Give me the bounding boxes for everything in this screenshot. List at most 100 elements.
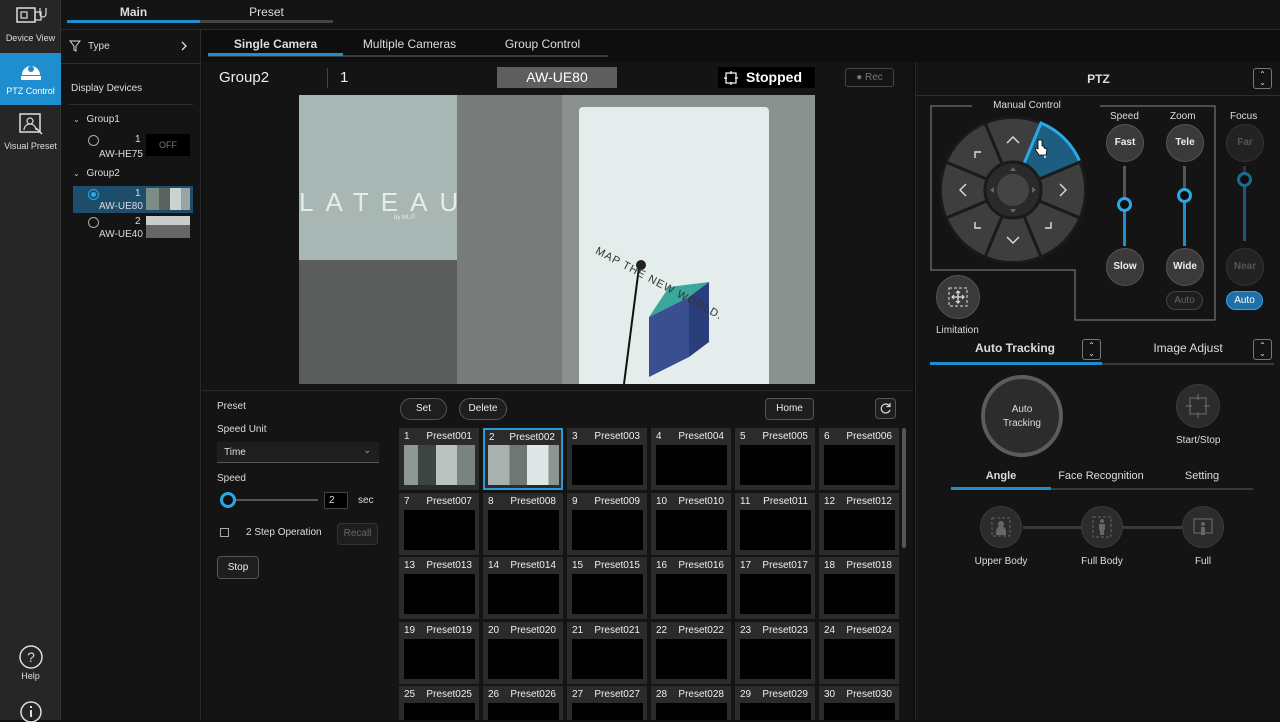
preset-tile[interactable]: 30 Preset030 [819, 686, 899, 720]
preset-tile[interactable]: 2 Preset002 [483, 428, 563, 490]
preset-tile[interactable]: 14 Preset014 [483, 557, 563, 619]
zoom-tele-button[interactable]: Tele [1166, 124, 1204, 162]
start-stop-button[interactable] [1176, 384, 1220, 428]
preset-tile[interactable]: 24 Preset024 [819, 621, 899, 684]
auto-tracking-collapse-button[interactable]: ⌃ ⌄ [1082, 339, 1101, 360]
preset-tile[interactable]: 12 Preset012 [819, 492, 899, 555]
wall-panel-left [299, 95, 459, 260]
speed-unit-select[interactable]: Time ⌄ [217, 442, 379, 463]
preset-tile[interactable]: 22 Preset022 [651, 621, 731, 684]
device-radio[interactable] [88, 217, 99, 228]
preset-tile[interactable]: 29 Preset029 [735, 686, 815, 720]
preset-tile[interactable]: 27 Preset027 [567, 686, 647, 720]
zoom-wide-button[interactable]: Wide [1166, 248, 1204, 286]
device-radio-selected[interactable] [88, 189, 99, 200]
svg-text:?: ? [27, 649, 35, 665]
rec-button[interactable]: ● Rec [845, 68, 894, 87]
device-radio[interactable] [88, 135, 99, 146]
nav-ptz-control[interactable]: PTZ Control [0, 53, 61, 105]
nav-info[interactable] [0, 696, 61, 722]
ptz-camera-icon [20, 66, 41, 80]
speed-slow-button[interactable]: Slow [1106, 248, 1144, 286]
preset-grid: 1 Preset001 2 Preset002 3 Preset003 4 Preset004… [399, 428, 899, 720]
group2-node[interactable]: ⌄ Group2 [73, 168, 120, 179]
preset-tile[interactable]: 20 Preset020 [483, 621, 563, 684]
nav-device-view[interactable]: Device View [0, 0, 61, 52]
refresh-button[interactable] [875, 398, 896, 419]
preset-tile[interactable]: 9 Preset009 [567, 492, 647, 555]
delete-button[interactable]: Delete [459, 398, 507, 420]
device-item-aw-ue80[interactable]: 1 AW-UE80 [73, 186, 193, 213]
image-adjust-collapse-button[interactable]: ⌃ ⌄ [1253, 339, 1272, 360]
preset-tile[interactable]: 19 Preset019 [399, 621, 479, 684]
upper-body-option[interactable] [980, 506, 1022, 548]
tab-multiple-cameras[interactable]: Multiple Cameras [343, 32, 476, 56]
preset-tile[interactable]: 3 Preset003 [567, 428, 647, 490]
device-item-aw-he75[interactable]: 1 AW-HE75 OFF [73, 132, 193, 160]
tab-setting[interactable]: Setting [1152, 470, 1252, 482]
manual-control-label: Manual Control [972, 100, 1082, 111]
tab-angle[interactable]: Angle [951, 470, 1051, 482]
preset-number: 28 [656, 689, 668, 700]
focus-auto-button[interactable]: Auto [1226, 291, 1263, 310]
type-filter[interactable]: Type [69, 40, 193, 54]
preset-thumbnail [740, 445, 811, 485]
two-step-checkbox[interactable] [220, 528, 229, 537]
zoom-slider-knob[interactable] [1177, 188, 1192, 203]
preset-tile[interactable]: 1 Preset001 [399, 428, 479, 490]
preset-tile[interactable]: 21 Preset021 [567, 621, 647, 684]
tab-image-adjust[interactable]: Image Adjust [1103, 341, 1273, 355]
device-item-aw-ue40[interactable]: 2 AW-UE40 [73, 214, 193, 241]
full-body-option[interactable] [1081, 506, 1123, 548]
preset-tile[interactable]: 18 Preset018 [819, 557, 899, 619]
preset-tile[interactable]: 17 Preset017 [735, 557, 815, 619]
preset-tile[interactable]: 28 Preset028 [651, 686, 731, 720]
speed-fast-button[interactable]: Fast [1106, 124, 1144, 162]
preset-tile[interactable]: 16 Preset016 [651, 557, 731, 619]
ptz-direction-pad[interactable] [940, 117, 1086, 263]
device-number: 1 [135, 134, 141, 145]
tab-auto-tracking[interactable]: Auto Tracking [930, 341, 1100, 355]
camera-group-name: Group2 [219, 69, 270, 86]
tab-preset[interactable]: Preset [200, 0, 333, 24]
preset-number: 8 [488, 495, 494, 507]
set-button[interactable]: Set [400, 398, 447, 420]
focus-far-button[interactable]: Far [1226, 124, 1264, 162]
camera-preview[interactable]: LATEAU by MLIT MAP THE NEW WORLD. [299, 95, 815, 384]
preset-tile[interactable]: 13 Preset013 [399, 557, 479, 619]
focus-near-button[interactable]: Near [1226, 248, 1264, 286]
preset-tile[interactable]: 11 Preset011 [735, 492, 815, 555]
zoom-auto-button[interactable]: Auto [1166, 291, 1203, 310]
preset-tile[interactable]: 6 Preset006 [819, 428, 899, 490]
limitation-button[interactable] [936, 275, 980, 319]
preset-tile[interactable]: 4 Preset004 [651, 428, 731, 490]
tab-group-control[interactable]: Group Control [476, 32, 609, 56]
home-button[interactable]: Home [765, 398, 814, 420]
preset-tile[interactable]: 15 Preset015 [567, 557, 647, 619]
nav-help[interactable]: ? Help [0, 642, 61, 694]
preset-tile[interactable]: 7 Preset007 [399, 492, 479, 555]
preset-tile[interactable]: 5 Preset005 [735, 428, 815, 490]
tab-face-recognition[interactable]: Face Recognition [1051, 470, 1151, 482]
preset-tile[interactable]: 25 Preset025 [399, 686, 479, 720]
auto-tracking-button[interactable]: Auto Tracking [981, 375, 1063, 457]
camera-center-panel: Group2 1 AW-UE80 Stopped ● Rec LATEAU by… [202, 62, 913, 720]
group1-node[interactable]: ⌄ Group1 [73, 114, 120, 125]
ptz-collapse-button[interactable]: ⌃ ⌄ [1253, 68, 1272, 89]
device-name: AW-UE80 [99, 201, 143, 212]
recall-button[interactable]: Recall [337, 523, 378, 545]
preset-tile[interactable]: 8 Preset008 [483, 492, 563, 555]
full-option[interactable] [1182, 506, 1224, 548]
speed-input[interactable]: 2 [324, 492, 348, 509]
speed-slider-knob[interactable] [1117, 197, 1132, 212]
preset-scrollbar[interactable] [902, 428, 906, 548]
preset-tile[interactable]: 23 Preset023 [735, 621, 815, 684]
focus-slider-knob[interactable] [1237, 172, 1252, 187]
preset-tile[interactable]: 26 Preset026 [483, 686, 563, 720]
preset-tile[interactable]: 10 Preset010 [651, 492, 731, 555]
speed-slider-knob[interactable] [220, 492, 236, 508]
nav-visual-preset[interactable]: Visual Preset [0, 108, 61, 160]
stop-button[interactable]: Stop [217, 556, 259, 579]
preset-thumbnail [404, 703, 475, 720]
speed-slider-track[interactable] [222, 499, 318, 501]
